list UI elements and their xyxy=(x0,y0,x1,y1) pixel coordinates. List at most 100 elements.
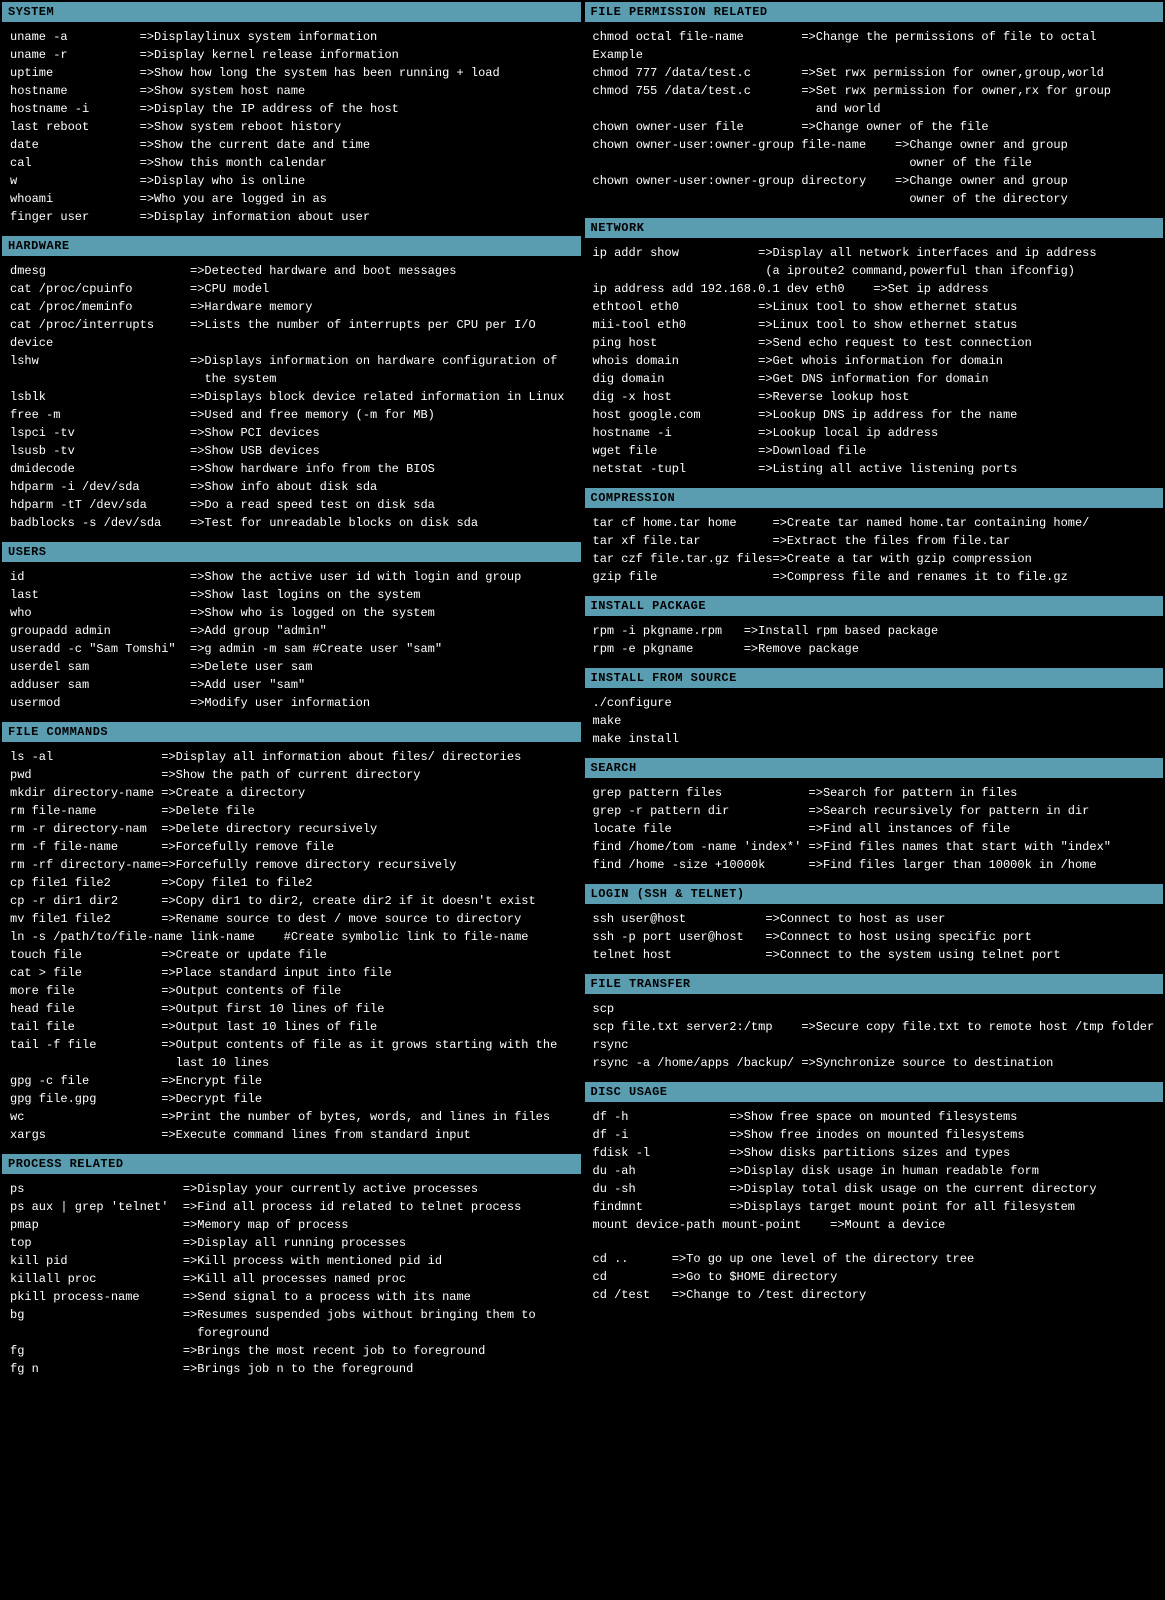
cmd-line: pmap =>Memory map of process xyxy=(10,1216,573,1234)
cmd-line: uname -r =>Display kernel release inform… xyxy=(10,46,573,64)
cmd-line: free -m =>Used and free memory (-m for M… xyxy=(10,406,573,424)
cmd-line: rm file-name =>Delete file xyxy=(10,802,573,820)
cmd-line: ip address add 192.168.0.1 dev eth0 =>Se… xyxy=(593,280,1156,298)
cmd-line: wc =>Print the number of bytes, words, a… xyxy=(10,1108,573,1126)
cmd-line: killall proc =>Kill all processes named … xyxy=(10,1270,573,1288)
cmd-line: lshw =>Displays information on hardware … xyxy=(10,352,573,370)
section-file-permission: FILE PERMISSION RELATEDchmod octal file-… xyxy=(585,2,1164,214)
cmd-line: fg n =>Brings job n to the foreground xyxy=(10,1360,573,1378)
cmd-line: ln -s /path/to/file-name link-name #Crea… xyxy=(10,928,573,946)
section-header-install-from-source: INSTALL FROM SOURCE xyxy=(585,668,1164,688)
cmd-line: lsblk =>Displays block device related in… xyxy=(10,388,573,406)
cmd-line: du -ah =>Display disk usage in human rea… xyxy=(593,1162,1156,1180)
section-content-network: ip addr show =>Display all network inter… xyxy=(585,238,1164,484)
section-header-network: NETWORK xyxy=(585,218,1164,238)
cmd-line: ps aux | grep 'telnet' =>Find all proces… xyxy=(10,1198,573,1216)
cmd-line: ssh user@host =>Connect to host as user xyxy=(593,910,1156,928)
cmd-line: findmnt =>Displays target mount point fo… xyxy=(593,1198,1156,1216)
cmd-line: who =>Show who is logged on the system xyxy=(10,604,573,622)
cmd-line: cat > file =>Place standard input into f… xyxy=(10,964,573,982)
section-search: SEARCH grep pattern files =>Search for pa… xyxy=(585,758,1164,880)
cmd-line: find /home -size +10000k =>Find files la… xyxy=(593,856,1156,874)
cmd-line: cp file1 file2 =>Copy file1 to file2 xyxy=(10,874,573,892)
cmd-line: rm -rf directory-name=>Forcefully remove… xyxy=(10,856,573,874)
cmd-line: tail file =>Output last 10 lines of file xyxy=(10,1018,573,1036)
cmd-line: rpm -i pkgname.rpm =>Install rpm based p… xyxy=(593,622,1156,640)
cmd-line: cat /proc/meminfo =>Hardware memory xyxy=(10,298,573,316)
cmd-line: last reboot =>Show system reboot history xyxy=(10,118,573,136)
cmd-line: chmod 777 /data/test.c =>Set rwx permiss… xyxy=(593,64,1156,82)
cmd-line: host google.com =>Lookup DNS ip address … xyxy=(593,406,1156,424)
cmd-line: chmod octal file-name =>Change the permi… xyxy=(593,28,1156,46)
section-header-users: USERS xyxy=(2,542,581,562)
cmd-line: tar cf home.tar home =>Create tar named … xyxy=(593,514,1156,532)
right-column: FILE PERMISSION RELATEDchmod octal file-… xyxy=(583,0,1165,1386)
cmd-line: ls -al =>Display all information about f… xyxy=(10,748,573,766)
page: SYSTEMuname -a =>Displaylinux system inf… xyxy=(0,0,1165,1386)
cmd-line: df -i =>Show free inodes on mounted file… xyxy=(593,1126,1156,1144)
section-header-compression: COMPRESSION xyxy=(585,488,1164,508)
cmd-line: Example xyxy=(593,46,1156,64)
cmd-line: date =>Show the current date and time xyxy=(10,136,573,154)
section-header-search: SEARCH xyxy=(585,758,1164,778)
cmd-line: cat /proc/interrupts =>Lists the number … xyxy=(10,316,573,352)
cmd-line: last 10 lines xyxy=(10,1054,573,1072)
cmd-line: usermod =>Modify user information xyxy=(10,694,573,712)
section-content-file-transfer: scpscp file.txt server2:/tmp =>Secure co… xyxy=(585,994,1164,1078)
section-header-file-transfer: FILE TRANSFER xyxy=(585,974,1164,994)
section-compression: COMPRESSION tar cf home.tar home =>Create… xyxy=(585,488,1164,592)
section-header-install-package: INSTALL PACKAGE xyxy=(585,596,1164,616)
cmd-line: tar czf file.tar.gz files=>Create a tar … xyxy=(593,550,1156,568)
cmd-line: make xyxy=(593,712,1156,730)
cmd-line: useradd -c "Sam Tomshi" =>g admin -m sam… xyxy=(10,640,573,658)
section-header-disc-usage: DISC USAGE xyxy=(585,1082,1164,1102)
cmd-line: cat /proc/cpuinfo =>CPU model xyxy=(10,280,573,298)
cmd-line: dmidecode =>Show hardware info from the … xyxy=(10,460,573,478)
cmd-line: lspci -tv =>Show PCI devices xyxy=(10,424,573,442)
section-header-hardware: HARDWARE xyxy=(2,236,581,256)
cmd-line: cp -r dir1 dir2 =>Copy dir1 to dir2, cre… xyxy=(10,892,573,910)
cmd-line: mkdir directory-name =>Create a director… xyxy=(10,784,573,802)
section-content-hardware: dmesg =>Detected hardware and boot messa… xyxy=(2,256,581,538)
cmd-line: chown owner-user file =>Change owner of … xyxy=(593,118,1156,136)
cmd-line: uptime =>Show how long the system has be… xyxy=(10,64,573,82)
section-content-compression: tar cf home.tar home =>Create tar named … xyxy=(585,508,1164,592)
section-content-disc-usage: df -h =>Show free space on mounted files… xyxy=(585,1102,1164,1240)
section-content-process-related: ps =>Display your currently active proce… xyxy=(2,1174,581,1384)
cmd-line: hdparm -i /dev/sda =>Show info about dis… xyxy=(10,478,573,496)
section-system: SYSTEMuname -a =>Displaylinux system inf… xyxy=(2,2,581,232)
cmd-line: chown owner-user:owner-group file-name =… xyxy=(593,136,1156,154)
cmd-line: finger user =>Display information about … xyxy=(10,208,573,226)
cmd-line: the system xyxy=(10,370,573,388)
cmd-line: last =>Show last logins on the system xyxy=(10,586,573,604)
cmd-line: telnet host =>Connect to the system usin… xyxy=(593,946,1156,964)
cmd-line: dig domain =>Get DNS information for dom… xyxy=(593,370,1156,388)
cmd-line: fdisk -l =>Show disks partitions sizes a… xyxy=(593,1144,1156,1162)
section-install-from-source: INSTALL FROM SOURCE./configuremakemake i… xyxy=(585,668,1164,754)
cmd-line: tar xf file.tar =>Extract the files from… xyxy=(593,532,1156,550)
cmd-line: find /home/tom -name 'index*' =>Find fil… xyxy=(593,838,1156,856)
cmd-line: tail -f file =>Output contents of file a… xyxy=(10,1036,573,1054)
section-process-related: PROCESS RELATEDps =>Display your current… xyxy=(2,1154,581,1384)
section-navigation: cd .. =>To go up one level of the direct… xyxy=(585,1244,1164,1310)
cmd-line: cd /test =>Change to /test directory xyxy=(593,1286,1156,1304)
cmd-line: cd =>Go to $HOME directory xyxy=(593,1268,1156,1286)
cmd-line: mii-tool eth0 =>Linux tool to show ether… xyxy=(593,316,1156,334)
cmd-line: gzip file =>Compress file and renames it… xyxy=(593,568,1156,586)
cmd-line: grep pattern files =>Search for pattern … xyxy=(593,784,1156,802)
section-file-transfer: FILE TRANSFERscpscp file.txt server2:/tm… xyxy=(585,974,1164,1078)
cmd-line: id =>Show the active user id with login … xyxy=(10,568,573,586)
cmd-line: pkill process-name =>Send signal to a pr… xyxy=(10,1288,573,1306)
cmd-line: head file =>Output first 10 lines of fil… xyxy=(10,1000,573,1018)
cmd-line: lsusb -tv =>Show USB devices xyxy=(10,442,573,460)
cmd-line: hostname -i =>Lookup local ip address xyxy=(593,424,1156,442)
section-disc-usage: DISC USAGEdf -h =>Show free space on mou… xyxy=(585,1082,1164,1240)
section-install-package: INSTALL PACKAGE rpm -i pkgname.rpm =>Inst… xyxy=(585,596,1164,664)
cmd-line: groupadd admin =>Add group "admin" xyxy=(10,622,573,640)
section-header-login: LOGIN (SSH & TELNET) xyxy=(585,884,1164,904)
section-header-file-commands: FILE COMMANDS xyxy=(2,722,581,742)
cmd-line: badblocks -s /dev/sda =>Test for unreada… xyxy=(10,514,573,532)
cmd-line: uname -a =>Displaylinux system informati… xyxy=(10,28,573,46)
cmd-line: ./configure xyxy=(593,694,1156,712)
cmd-line: ping host =>Send echo request to test co… xyxy=(593,334,1156,352)
